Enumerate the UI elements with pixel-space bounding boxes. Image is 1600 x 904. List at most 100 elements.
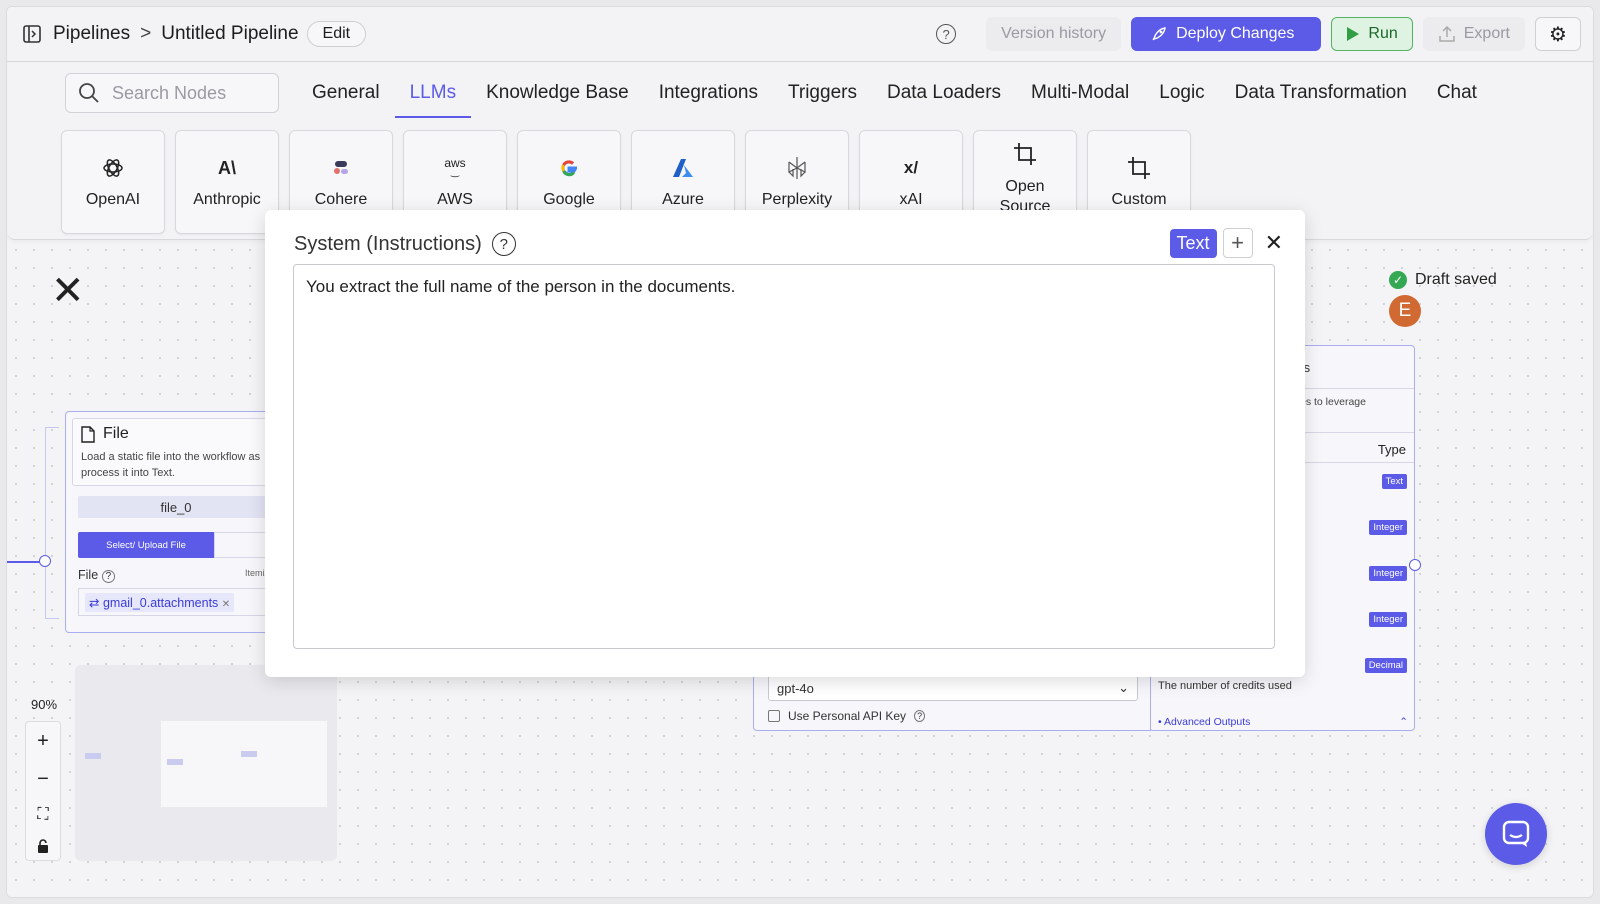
card-label: xAI — [899, 191, 923, 208]
text-mode-button[interactable]: Text — [1169, 228, 1217, 258]
input-port[interactable] — [39, 555, 51, 567]
card-label: Google — [543, 191, 595, 208]
avatar[interactable]: E — [1389, 295, 1421, 327]
type-badge: Integer — [1369, 520, 1407, 535]
upload-toggle: Select/ Upload File F — [78, 532, 274, 558]
personal-api-key-label: Use Personal API Key — [788, 709, 907, 723]
card-anthropic[interactable]: A\ Anthropic — [175, 130, 279, 234]
search-input[interactable] — [112, 82, 262, 104]
deploy-changes-button[interactable]: Deploy Changes — [1131, 17, 1322, 51]
help-icon[interactable]: ? — [936, 24, 957, 44]
tab-data-transformation[interactable]: Data Transformation — [1220, 76, 1422, 118]
tab-knowledge-base[interactable]: Knowledge Base — [471, 76, 644, 118]
type-badge: Decimal — [1364, 658, 1407, 673]
cohere-icon — [332, 155, 350, 181]
add-variable-button[interactable]: + — [1222, 228, 1253, 258]
advanced-outputs-toggle[interactable]: • Advanced Outputs ⌃ — [1158, 716, 1408, 728]
run-label: Run — [1368, 25, 1398, 42]
export-button[interactable]: Export — [1422, 17, 1525, 51]
edit-name-button[interactable]: Edit — [306, 21, 367, 47]
zoom-out-icon[interactable]: − — [37, 768, 49, 791]
minimap[interactable] — [75, 665, 337, 861]
support-chat-button[interactable] — [1485, 803, 1547, 865]
search-box[interactable] — [65, 73, 279, 113]
help-icon[interactable]: ? — [491, 232, 516, 256]
minimap-node — [167, 759, 183, 765]
category-tabs: General LLMs Knowledge Base Integrations… — [297, 76, 1492, 118]
chevron-down-icon: ⌄ — [1118, 680, 1129, 695]
version-history-button[interactable]: Version history — [986, 17, 1122, 51]
file-input[interactable]: ⇄ gmail_0.attachments ✕ — [78, 588, 274, 616]
close-icon[interactable]: ✕ — [51, 271, 85, 311]
close-modal-icon[interactable]: ✕ — [1265, 230, 1283, 256]
llm-settings-panel: gpt-4o ⌄ Use Personal API Key ? — [753, 675, 1151, 731]
type-badge: Integer — [1369, 612, 1407, 627]
edge-line — [7, 561, 41, 563]
version-history-label: Version history — [1001, 25, 1107, 42]
crop-icon — [1127, 155, 1151, 181]
help-icon: ? — [914, 710, 926, 722]
gear-icon: ⚙ — [1549, 23, 1567, 46]
card-label: Custom — [1111, 191, 1167, 208]
card-label: Anthropic — [193, 191, 261, 208]
tab-multi-modal[interactable]: Multi-Modal — [1016, 76, 1144, 118]
card-label: OpenAI — [85, 191, 141, 208]
tab-general[interactable]: General — [297, 76, 395, 118]
check-icon: ✓ — [1389, 271, 1407, 289]
aws-icon: aws ‿ — [444, 156, 466, 178]
perplexity-icon — [786, 155, 808, 181]
tab-llms[interactable]: LLMs — [394, 76, 472, 118]
app-window: Pipelines > Untitled Pipeline Edit ? Ver… — [6, 6, 1594, 898]
azure-icon — [672, 155, 694, 181]
minimap-node — [241, 751, 257, 757]
upload-file-button[interactable]: Select/ Upload File — [78, 532, 214, 558]
tab-triggers[interactable]: Triggers — [773, 76, 872, 118]
model-select[interactable]: gpt-4o ⌄ — [768, 675, 1138, 701]
fit-view-icon[interactable]: ⛶ — [37, 806, 48, 824]
file-node-title: File — [81, 425, 265, 443]
instructions-editor[interactable]: You extract the full name of the person … — [293, 264, 1275, 649]
draft-label: Draft saved — [1415, 271, 1497, 288]
lock-icon[interactable] — [37, 838, 49, 853]
anthropic-icon: A\ — [218, 157, 236, 178]
file-node[interactable]: File Load a static file into the workflo… — [65, 411, 275, 633]
group-bracket — [45, 427, 59, 619]
deploy-label: Deploy Changes — [1176, 25, 1295, 42]
output-port[interactable] — [1409, 559, 1421, 571]
card-label: Perplexity — [761, 191, 833, 208]
card-label: AWS — [437, 191, 473, 208]
file-node-label: File — [103, 425, 129, 442]
modal-actions: Text + ✕ — [1169, 228, 1283, 258]
minimap-viewport[interactable] — [161, 721, 327, 807]
breadcrumb-separator: > — [140, 23, 152, 44]
rocket-icon — [1150, 25, 1168, 43]
personal-api-key-checkbox[interactable] — [768, 710, 780, 722]
chevron-up-icon: ⌃ — [1399, 716, 1408, 728]
type-badge: Integer — [1369, 566, 1407, 581]
search-icon — [78, 82, 100, 104]
sidebar-toggle-icon[interactable] — [23, 25, 41, 43]
card-label: Cohere — [314, 191, 368, 208]
tab-data-loaders[interactable]: Data Loaders — [872, 76, 1016, 118]
tab-integrations[interactable]: Integrations — [644, 76, 773, 118]
run-button[interactable]: Run — [1331, 17, 1413, 51]
type-badge: Text — [1381, 474, 1407, 489]
play-icon — [1346, 26, 1360, 42]
variable-tag[interactable]: ⇄ gmail_0.attachments ✕ — [85, 592, 235, 612]
zoom-in-icon[interactable]: + — [37, 730, 49, 753]
instructions-text[interactable]: You extract the full name of the person … — [306, 277, 735, 296]
personal-api-key-option[interactable]: Use Personal API Key ? — [768, 709, 926, 723]
card-openai[interactable]: OpenAI — [61, 130, 165, 234]
tab-chat[interactable]: Chat — [1422, 76, 1492, 118]
outputs-description: es to leverage — [1300, 396, 1366, 408]
breadcrumb: Pipelines > Untitled Pipeline Edit — [23, 21, 367, 47]
settings-button[interactable]: ⚙ — [1535, 17, 1581, 51]
xai-icon: x/ — [903, 158, 919, 177]
node-id[interactable]: file_0 — [78, 496, 274, 518]
help-icon: ? — [101, 570, 116, 583]
breadcrumb-pipelines[interactable]: Pipelines — [53, 23, 130, 45]
file-node-header: File Load a static file into the workflo… — [72, 418, 274, 486]
tab-logic[interactable]: Logic — [1144, 76, 1219, 118]
chat-icon — [1501, 819, 1531, 849]
file-node-description: Load a static file into the workflow as … — [81, 451, 261, 479]
